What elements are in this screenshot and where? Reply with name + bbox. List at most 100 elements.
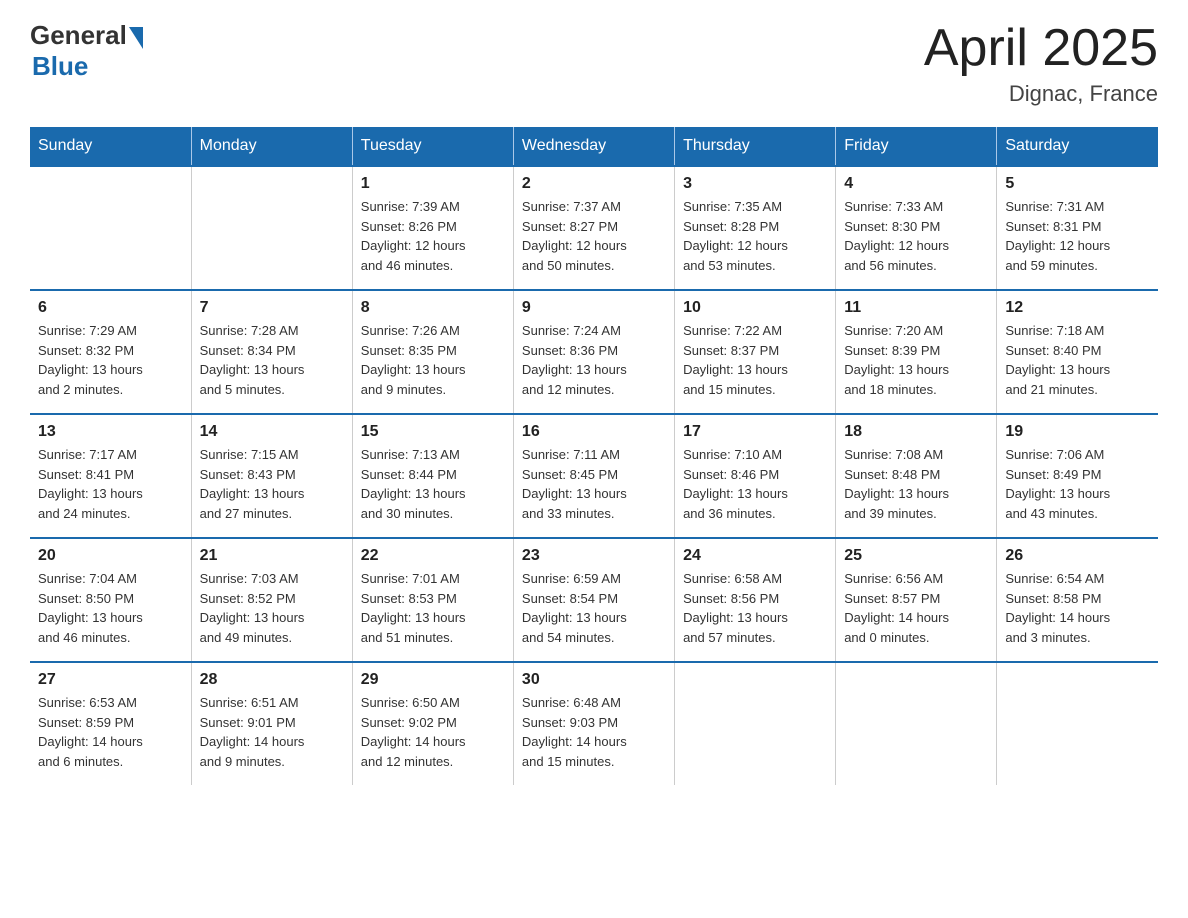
day-number: 12: [1005, 299, 1150, 317]
day-number: 11: [844, 299, 988, 317]
calendar-cell: 14 Sunrise: 7:15 AM Sunset: 8:43 PM Dayli…: [191, 414, 352, 538]
calendar-week-4: 20 Sunrise: 7:04 AM Sunset: 8:50 PM Dayli…: [30, 538, 1158, 662]
day-number: 2: [522, 175, 666, 193]
day-number: 16: [522, 423, 666, 441]
calendar-cell: 3 Sunrise: 7:35 AM Sunset: 8:28 PM Daylig…: [675, 166, 836, 290]
calendar-cell: 6 Sunrise: 7:29 AM Sunset: 8:32 PM Daylig…: [30, 290, 191, 414]
calendar-cell: 28 Sunrise: 6:51 AM Sunset: 9:01 PM Dayli…: [191, 662, 352, 785]
day-info: Sunrise: 7:37 AM Sunset: 8:27 PM Dayligh…: [522, 197, 666, 275]
calendar-cell: 21 Sunrise: 7:03 AM Sunset: 8:52 PM Dayli…: [191, 538, 352, 662]
day-number: 15: [361, 423, 505, 441]
day-info: Sunrise: 7:10 AM Sunset: 8:46 PM Dayligh…: [683, 445, 827, 523]
day-info: Sunrise: 6:51 AM Sunset: 9:01 PM Dayligh…: [200, 693, 344, 771]
calendar-cell: 24 Sunrise: 6:58 AM Sunset: 8:56 PM Dayli…: [675, 538, 836, 662]
calendar-cell: 11 Sunrise: 7:20 AM Sunset: 8:39 PM Dayli…: [836, 290, 997, 414]
day-number: 6: [38, 299, 183, 317]
calendar-cell: 27 Sunrise: 6:53 AM Sunset: 8:59 PM Dayli…: [30, 662, 191, 785]
calendar-cell: 25 Sunrise: 6:56 AM Sunset: 8:57 PM Dayli…: [836, 538, 997, 662]
calendar-cell: [30, 166, 191, 290]
day-number: 24: [683, 547, 827, 565]
day-number: 3: [683, 175, 827, 193]
weekday-header-thursday: Thursday: [675, 127, 836, 166]
day-info: Sunrise: 6:53 AM Sunset: 8:59 PM Dayligh…: [38, 693, 183, 771]
day-info: Sunrise: 7:29 AM Sunset: 8:32 PM Dayligh…: [38, 321, 183, 399]
day-number: 18: [844, 423, 988, 441]
day-number: 13: [38, 423, 183, 441]
day-number: 29: [361, 671, 505, 689]
calendar-header: SundayMondayTuesdayWednesdayThursdayFrid…: [30, 127, 1158, 166]
calendar-cell: 13 Sunrise: 7:17 AM Sunset: 8:41 PM Dayli…: [30, 414, 191, 538]
calendar-cell: 9 Sunrise: 7:24 AM Sunset: 8:36 PM Daylig…: [513, 290, 674, 414]
weekday-header-wednesday: Wednesday: [513, 127, 674, 166]
calendar-cell: 16 Sunrise: 7:11 AM Sunset: 8:45 PM Dayli…: [513, 414, 674, 538]
calendar-cell: 26 Sunrise: 6:54 AM Sunset: 8:58 PM Dayli…: [997, 538, 1158, 662]
title-block: April 2025 Dignac, France: [924, 20, 1158, 107]
day-number: 4: [844, 175, 988, 193]
day-number: 1: [361, 175, 505, 193]
day-info: Sunrise: 7:11 AM Sunset: 8:45 PM Dayligh…: [522, 445, 666, 523]
calendar-cell: 7 Sunrise: 7:28 AM Sunset: 8:34 PM Daylig…: [191, 290, 352, 414]
calendar-location: Dignac, France: [924, 81, 1158, 107]
calendar-week-5: 27 Sunrise: 6:53 AM Sunset: 8:59 PM Dayli…: [30, 662, 1158, 785]
calendar-cell: 4 Sunrise: 7:33 AM Sunset: 8:30 PM Daylig…: [836, 166, 997, 290]
day-number: 9: [522, 299, 666, 317]
day-number: 7: [200, 299, 344, 317]
day-info: Sunrise: 6:54 AM Sunset: 8:58 PM Dayligh…: [1005, 569, 1150, 647]
day-number: 5: [1005, 175, 1150, 193]
calendar-cell: [836, 662, 997, 785]
calendar-cell: [997, 662, 1158, 785]
calendar-cell: 2 Sunrise: 7:37 AM Sunset: 8:27 PM Daylig…: [513, 166, 674, 290]
day-info: Sunrise: 6:50 AM Sunset: 9:02 PM Dayligh…: [361, 693, 505, 771]
day-info: Sunrise: 7:39 AM Sunset: 8:26 PM Dayligh…: [361, 197, 505, 275]
calendar-cell: [675, 662, 836, 785]
calendar-cell: 15Sunrise: 7:13 AM Sunset: 8:44 PM Dayli…: [352, 414, 513, 538]
logo-arrow-icon: [129, 27, 143, 49]
calendar-cell: 29 Sunrise: 6:50 AM Sunset: 9:02 PM Dayli…: [352, 662, 513, 785]
logo-general-text: General: [30, 20, 127, 51]
day-number: 27: [38, 671, 183, 689]
day-number: 28: [200, 671, 344, 689]
day-info: Sunrise: 7:15 AM Sunset: 8:43 PM Dayligh…: [200, 445, 344, 523]
day-number: 10: [683, 299, 827, 317]
day-info: Sunrise: 7:31 AM Sunset: 8:31 PM Dayligh…: [1005, 197, 1150, 275]
calendar-cell: 20 Sunrise: 7:04 AM Sunset: 8:50 PM Dayli…: [30, 538, 191, 662]
day-info: Sunrise: 7:17 AM Sunset: 8:41 PM Dayligh…: [38, 445, 183, 523]
day-info: Sunrise: 6:48 AM Sunset: 9:03 PM Dayligh…: [522, 693, 666, 771]
logo-blue-text: Blue: [32, 51, 88, 82]
day-info: Sunrise: 7:26 AM Sunset: 8:35 PM Dayligh…: [361, 321, 505, 399]
calendar-cell: 8Sunrise: 7:26 AM Sunset: 8:35 PM Daylig…: [352, 290, 513, 414]
day-info: Sunrise: 7:20 AM Sunset: 8:39 PM Dayligh…: [844, 321, 988, 399]
page-header: General Blue April 2025 Dignac, France: [30, 20, 1158, 107]
day-info: Sunrise: 7:08 AM Sunset: 8:48 PM Dayligh…: [844, 445, 988, 523]
calendar-title: April 2025: [924, 20, 1158, 77]
calendar-week-3: 13 Sunrise: 7:17 AM Sunset: 8:41 PM Dayli…: [30, 414, 1158, 538]
calendar-cell: 18 Sunrise: 7:08 AM Sunset: 8:48 PM Dayli…: [836, 414, 997, 538]
calendar-cell: 19Sunrise: 7:06 AM Sunset: 8:49 PM Dayli…: [997, 414, 1158, 538]
day-info: Sunrise: 6:58 AM Sunset: 8:56 PM Dayligh…: [683, 569, 827, 647]
day-info: Sunrise: 7:33 AM Sunset: 8:30 PM Dayligh…: [844, 197, 988, 275]
calendar-cell: 22Sunrise: 7:01 AM Sunset: 8:53 PM Dayli…: [352, 538, 513, 662]
day-number: 26: [1005, 547, 1150, 565]
day-info: Sunrise: 7:24 AM Sunset: 8:36 PM Dayligh…: [522, 321, 666, 399]
day-info: Sunrise: 7:28 AM Sunset: 8:34 PM Dayligh…: [200, 321, 344, 399]
day-info: Sunrise: 7:03 AM Sunset: 8:52 PM Dayligh…: [200, 569, 344, 647]
calendar-week-2: 6 Sunrise: 7:29 AM Sunset: 8:32 PM Daylig…: [30, 290, 1158, 414]
calendar-week-1: 1 Sunrise: 7:39 AM Sunset: 8:26 PM Daylig…: [30, 166, 1158, 290]
day-number: 14: [200, 423, 344, 441]
day-info: Sunrise: 7:04 AM Sunset: 8:50 PM Dayligh…: [38, 569, 183, 647]
day-info: Sunrise: 6:56 AM Sunset: 8:57 PM Dayligh…: [844, 569, 988, 647]
day-number: 20: [38, 547, 183, 565]
day-info: Sunrise: 7:01 AM Sunset: 8:53 PM Dayligh…: [361, 569, 505, 647]
weekday-header-monday: Monday: [191, 127, 352, 166]
day-info: Sunrise: 7:35 AM Sunset: 8:28 PM Dayligh…: [683, 197, 827, 275]
calendar-cell: 1 Sunrise: 7:39 AM Sunset: 8:26 PM Daylig…: [352, 166, 513, 290]
logo: General Blue: [30, 20, 143, 82]
weekday-header-friday: Friday: [836, 127, 997, 166]
calendar-cell: 17Sunrise: 7:10 AM Sunset: 8:46 PM Dayli…: [675, 414, 836, 538]
calendar-cell: 30Sunrise: 6:48 AM Sunset: 9:03 PM Dayli…: [513, 662, 674, 785]
day-number: 21: [200, 547, 344, 565]
weekday-header-saturday: Saturday: [997, 127, 1158, 166]
day-number: 25: [844, 547, 988, 565]
calendar-cell: 12 Sunrise: 7:18 AM Sunset: 8:40 PM Dayli…: [997, 290, 1158, 414]
day-info: Sunrise: 7:18 AM Sunset: 8:40 PM Dayligh…: [1005, 321, 1150, 399]
